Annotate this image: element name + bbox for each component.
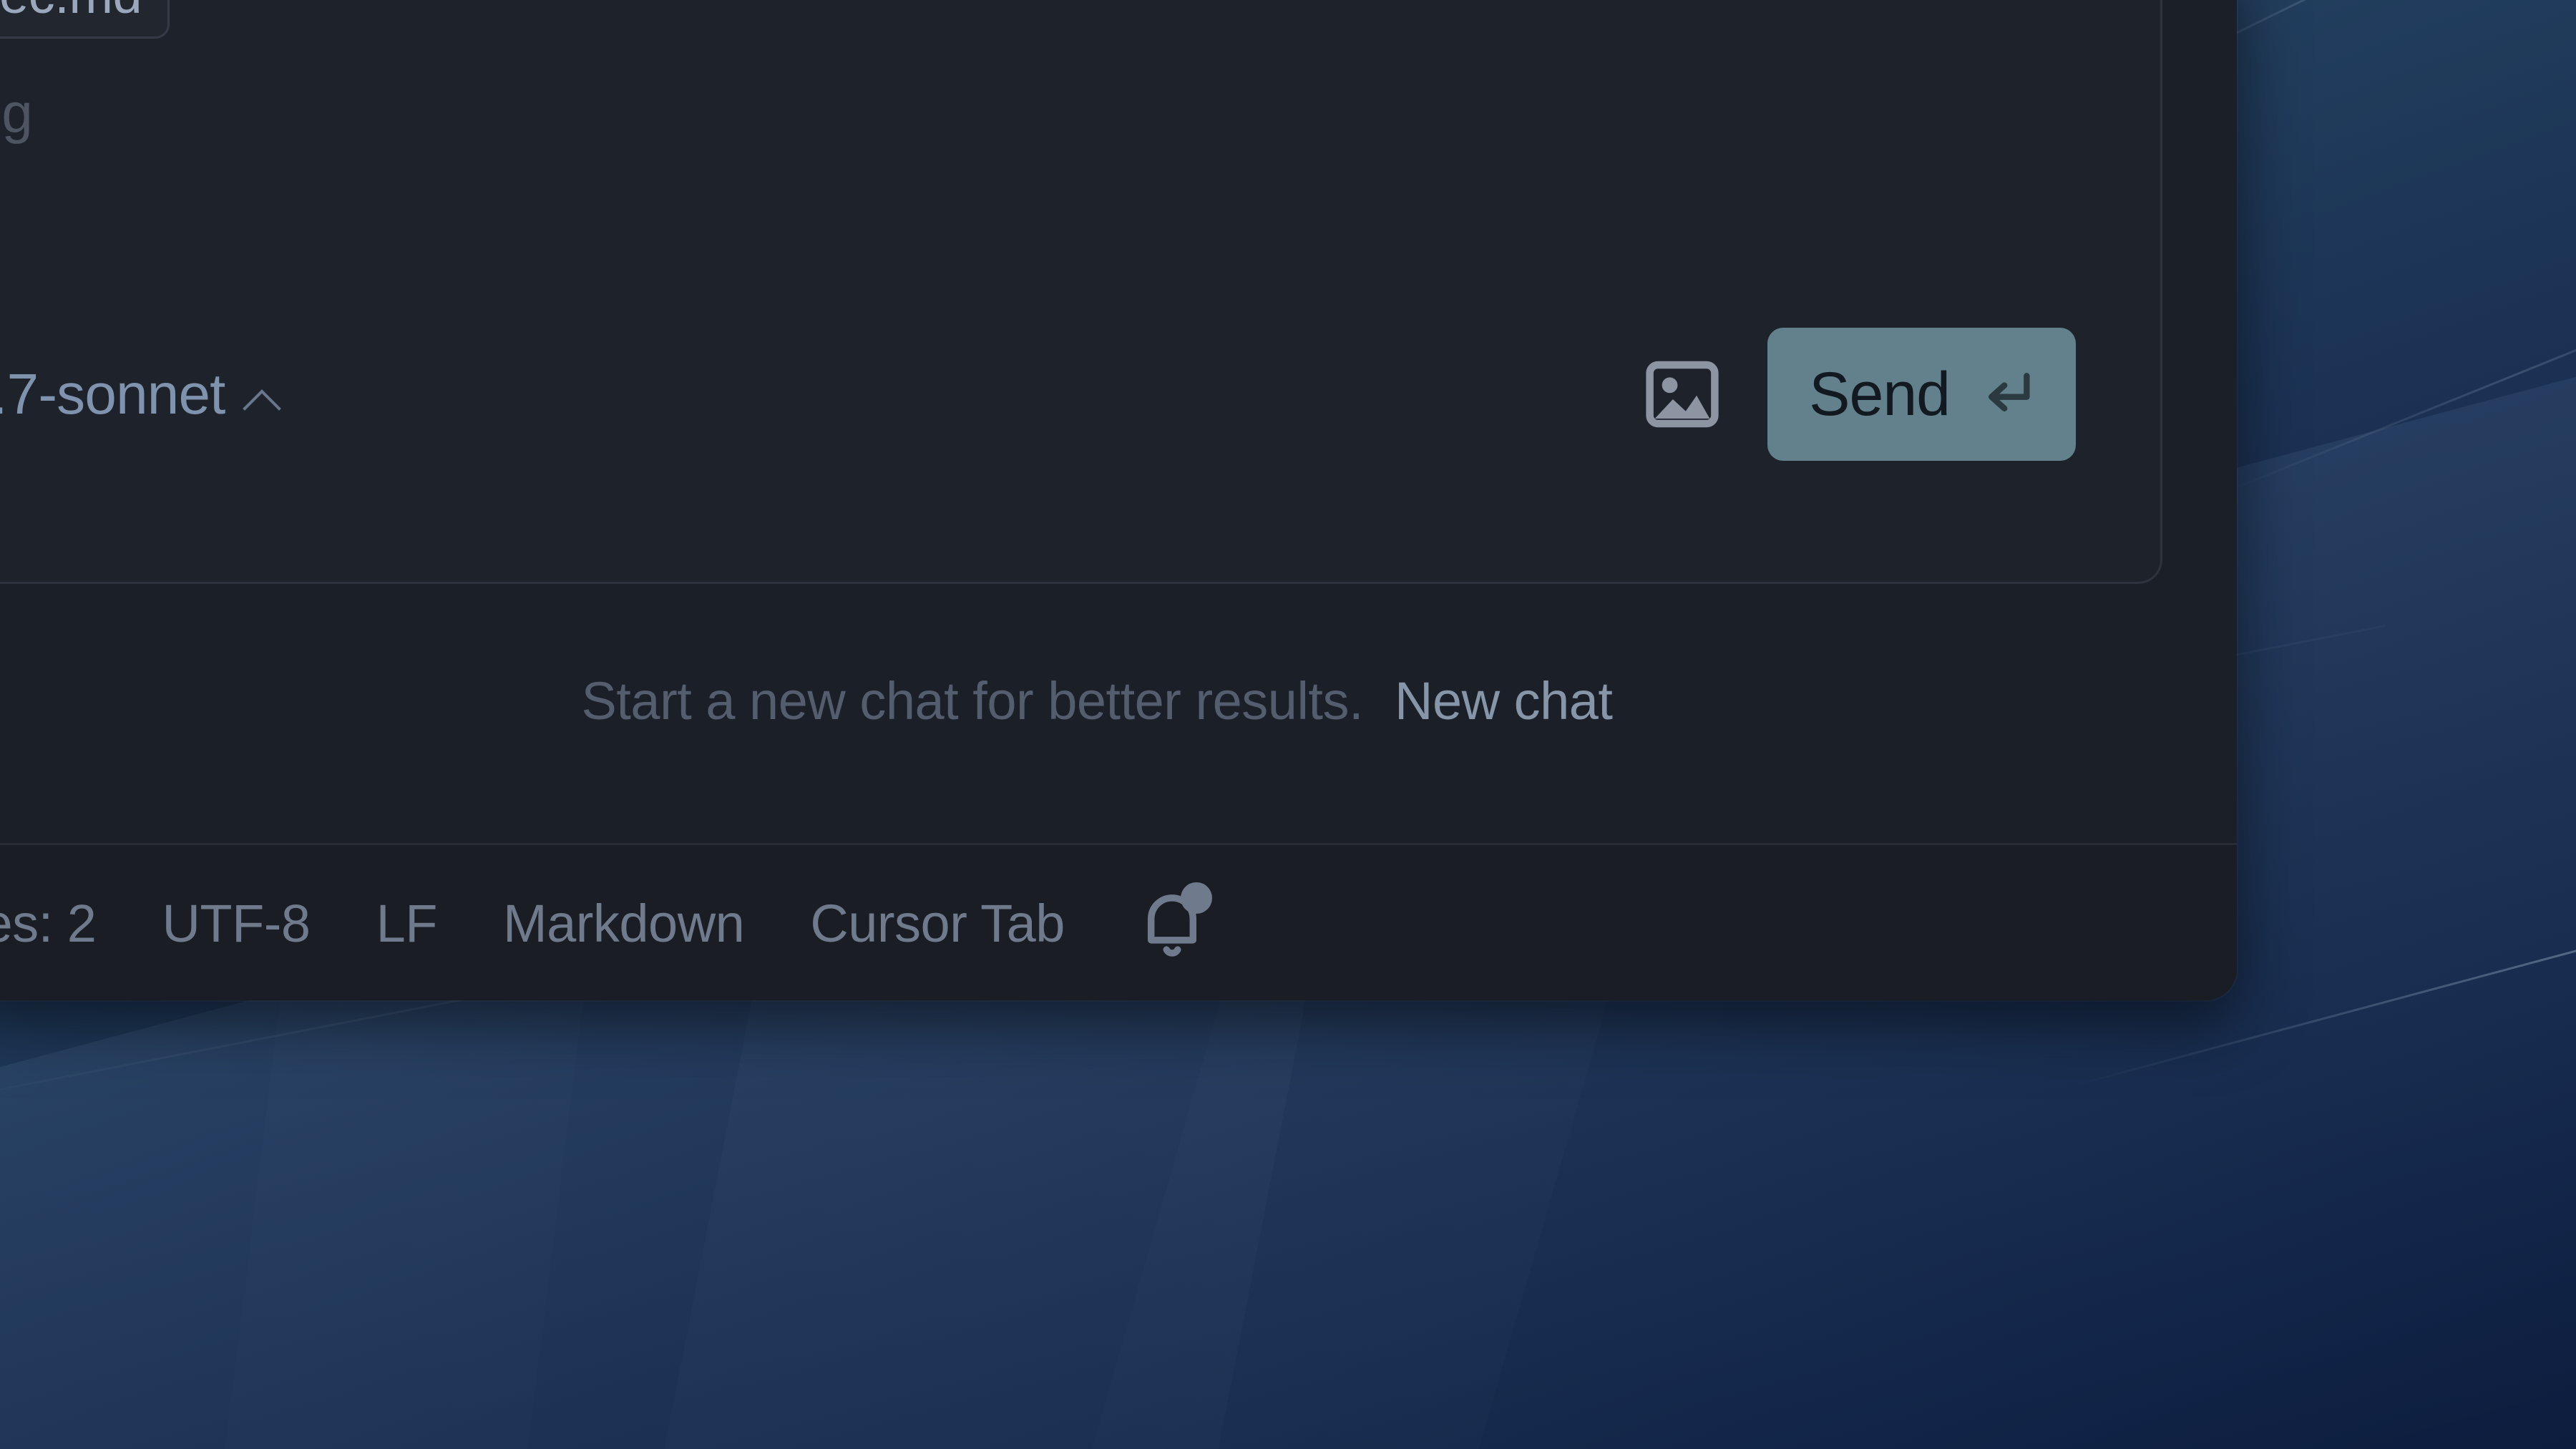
status-item-eol[interactable]: LF bbox=[343, 897, 470, 950]
composer-placeholder-text: thing bbox=[0, 82, 33, 145]
cursor-app-window: spec.md thing e-3.7-sonnet bbox=[0, 0, 2237, 1000]
enter-return-icon bbox=[1988, 373, 2030, 412]
model-selector-label: e-3.7-sonnet bbox=[0, 362, 225, 426]
composer-toolbar: e-3.7-sonnet Send bbox=[0, 323, 2160, 466]
status-item-encoding[interactable]: UTF-8 bbox=[129, 897, 343, 950]
new-chat-hint-text: Start a new chat for better results. bbox=[581, 671, 1364, 731]
send-button-label: Send bbox=[1809, 360, 1951, 429]
status-item-spaces[interactable]: ces: 2 bbox=[0, 897, 129, 950]
model-selector[interactable]: e-3.7-sonnet bbox=[0, 366, 283, 423]
notification-unread-dot bbox=[1180, 882, 1212, 914]
status-item-cursor-tab[interactable]: Cursor Tab bbox=[777, 897, 1098, 950]
chat-composer-box[interactable]: spec.md thing e-3.7-sonnet bbox=[0, 0, 2162, 584]
status-bar-items: ces: 2 UTF-8 LF Markdown Cursor Tab bbox=[0, 845, 1267, 1000]
chevron-up-icon bbox=[244, 386, 283, 408]
image-icon[interactable] bbox=[1643, 360, 1722, 429]
ai-chat-panel: spec.md thing e-3.7-sonnet bbox=[0, 0, 2237, 841]
wallpaper-light-line-4 bbox=[2218, 252, 2576, 496]
notifications-bell-button[interactable] bbox=[1135, 882, 1212, 964]
new-chat-hint-row: Start a new chat for better results. New… bbox=[0, 644, 2237, 758]
context-chip-spec-md[interactable]: spec.md bbox=[0, 0, 170, 39]
send-button[interactable]: Send bbox=[1767, 328, 2076, 461]
new-chat-link[interactable]: New chat bbox=[1395, 675, 1613, 728]
editor-status-bar: ces: 2 UTF-8 LF Markdown Cursor Tab bbox=[0, 843, 2237, 1000]
context-chip-label: spec.md bbox=[0, 0, 142, 21]
status-item-language[interactable]: Markdown bbox=[470, 897, 777, 950]
composer-placeholder-row[interactable]: thing bbox=[0, 85, 33, 141]
context-chip-row: spec.md bbox=[0, 0, 170, 41]
composer-toolbar-right: Send bbox=[1643, 328, 2160, 461]
